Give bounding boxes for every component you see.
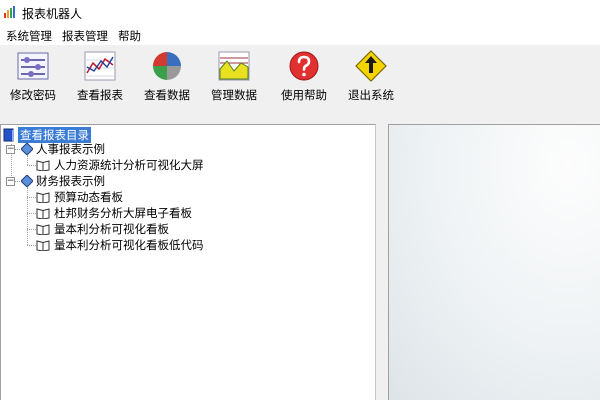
panel-splitter[interactable] <box>376 124 388 400</box>
view-data-label: 查看数据 <box>144 88 190 102</box>
title-bar: 报表机器人 <box>0 0 600 26</box>
manage-data-button[interactable]: 管理数据 <box>201 49 267 105</box>
area-chart-icon <box>218 51 250 81</box>
diamond-folder-icon <box>21 143 33 155</box>
change-password-button[interactable]: 修改密码 <box>0 49 66 105</box>
diamond-folder-icon <box>21 175 33 187</box>
collapse-toggle[interactable]: − <box>6 177 15 186</box>
open-book-icon <box>36 192 50 203</box>
open-book-icon <box>36 224 50 235</box>
change-password-label: 修改密码 <box>10 88 56 102</box>
user-help-button[interactable]: 使用帮助 <box>271 49 337 105</box>
window-title: 报表机器人 <box>22 7 83 21</box>
bar-chart-icon <box>4 6 15 18</box>
open-book-icon <box>36 208 50 219</box>
tree-item-label: 人力资源统计分析可视化大屏 <box>54 158 204 172</box>
tree-item-label: 量本利分析可视化看板低代码 <box>54 238 204 252</box>
view-report-label: 查看报表 <box>77 88 123 102</box>
open-book-icon <box>36 240 50 251</box>
pie-chart-icon <box>153 52 181 80</box>
tree-item-label: 量本利分析可视化看板 <box>54 222 169 236</box>
menu-system-management[interactable]: 系统管理 <box>6 28 52 44</box>
tree-item-label: 预算动态看板 <box>54 190 123 204</box>
report-tree[interactable]: 查看报表目录 − 人事报表示例 人力资源统计分析可视化大屏 − 财务报表示例 预… <box>0 124 376 400</box>
exit-system-label: 退出系统 <box>348 88 394 102</box>
exit-icon <box>355 50 387 82</box>
open-book-icon <box>36 160 50 171</box>
book-icon <box>3 128 14 142</box>
tree-group-label: 财务报表示例 <box>36 174 105 188</box>
password-settings-icon <box>17 52 49 80</box>
exit-system-button[interactable]: 退出系统 <box>338 49 404 105</box>
manage-data-label: 管理数据 <box>211 88 257 102</box>
user-help-label: 使用帮助 <box>281 88 327 102</box>
tree-group-label: 人事报表示例 <box>36 142 105 156</box>
menu-bar: 系统管理 报表管理 帮助 <box>0 26 600 45</box>
tree-item-label: 杜邦财务分析大屏电子看板 <box>54 206 192 220</box>
view-report-button[interactable]: 查看报表 <box>67 49 133 105</box>
toolbar: 修改密码 查看报表 查看数据 管理数据 使用帮助 退出系统 <box>0 45 600 119</box>
help-icon <box>289 51 319 81</box>
line-chart-icon <box>84 51 116 81</box>
menu-help[interactable]: 帮助 <box>118 28 141 44</box>
menu-report-management[interactable]: 报表管理 <box>62 28 108 44</box>
report-preview-pane <box>388 124 600 400</box>
view-data-button[interactable]: 查看数据 <box>134 49 200 105</box>
collapse-toggle[interactable]: − <box>6 145 15 154</box>
